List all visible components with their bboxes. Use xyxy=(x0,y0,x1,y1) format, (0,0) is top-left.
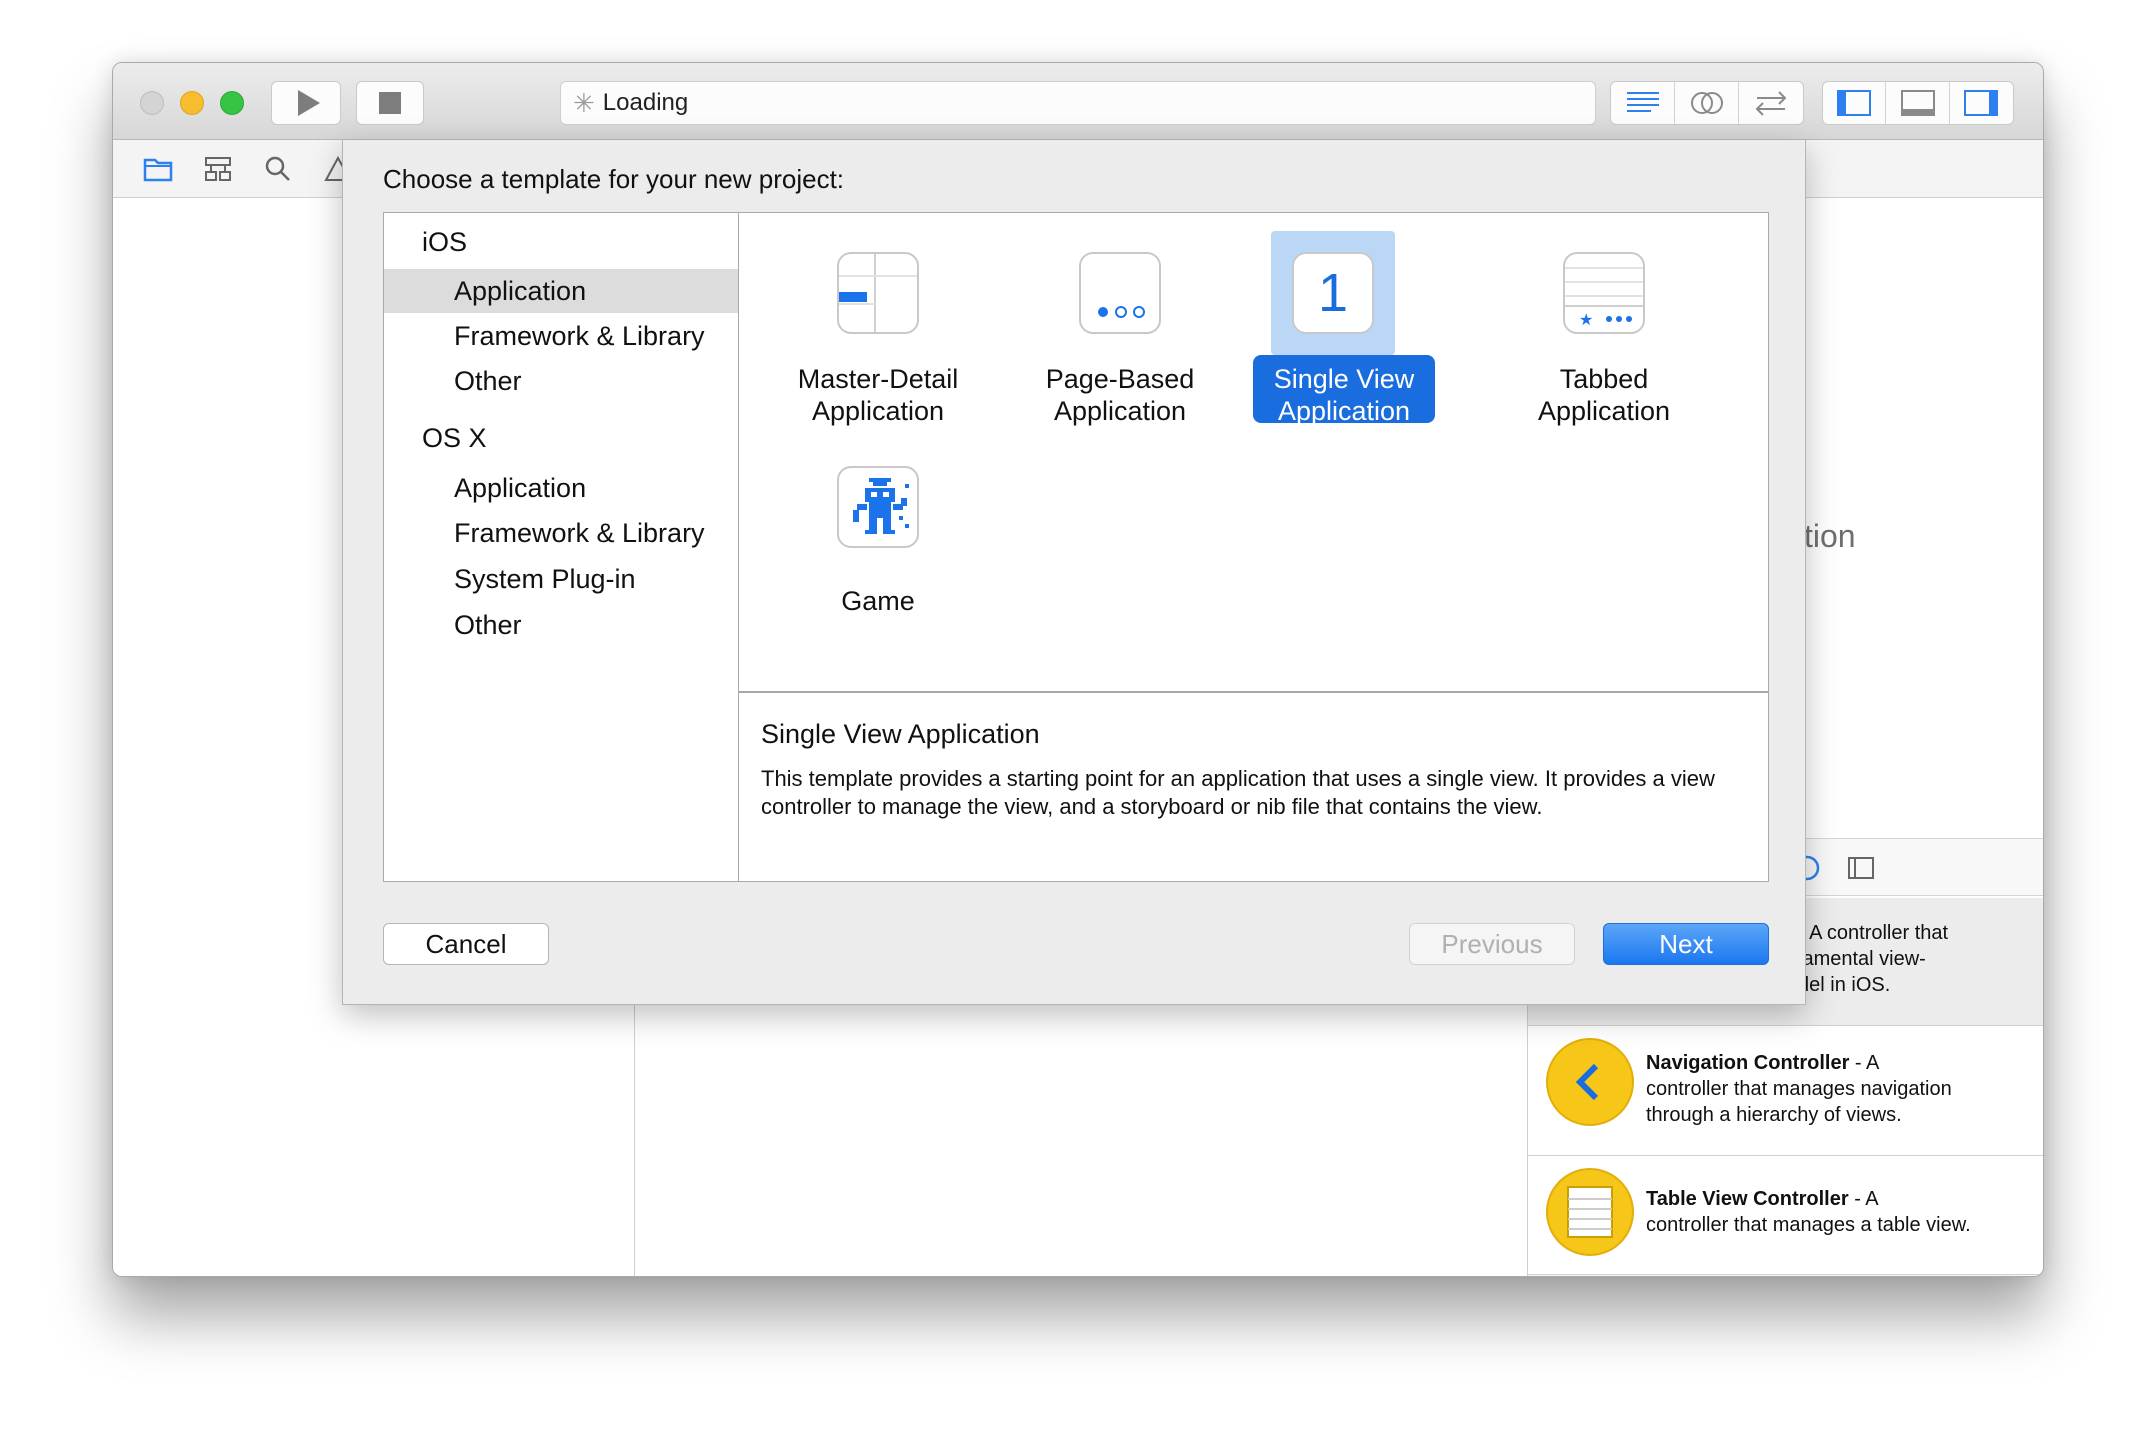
game-robot-icon xyxy=(837,466,919,548)
description-body: This template provides a starting point … xyxy=(761,766,1715,819)
lines-icon xyxy=(1626,92,1659,112)
version-editor-button[interactable] xyxy=(1739,82,1803,124)
media-library-icon[interactable] xyxy=(1846,855,1876,881)
template-tabbed[interactable]: ★ Tabbed Application xyxy=(1495,223,1695,426)
library-item-table-view-controller[interactable]: Table View Controller - A controller tha… xyxy=(1528,1156,2043,1276)
sidebar-item-osx-framework-library[interactable]: Framework & Library xyxy=(384,511,738,555)
search-icon[interactable] xyxy=(263,154,293,184)
template-icon-wrap xyxy=(816,445,940,569)
sheet-title: Choose a template for your new project: xyxy=(383,164,845,194)
cancel-button[interactable]: Cancel xyxy=(383,923,549,965)
tab-bar-icon: ★ xyxy=(1563,252,1645,334)
minimize-window-button[interactable] xyxy=(180,91,204,115)
library-item-desc: - A xyxy=(1848,1188,1879,1210)
sidebar-item-ios-application[interactable]: Application xyxy=(384,269,738,313)
library-item-desc: - A xyxy=(1849,1052,1880,1074)
library-item-desc-2: controller that manages a table view. xyxy=(1646,1214,1971,1236)
template-icon-wrap: 1 xyxy=(1271,231,1395,355)
platform-category-list: iOS Application Framework & Library Othe… xyxy=(383,212,739,882)
template-icon-wrap xyxy=(816,231,940,355)
editor-mode-control xyxy=(1610,81,1804,125)
new-project-sheet: Choose a template for your new project: … xyxy=(342,140,1806,1005)
sidebar-item-osx-other[interactable]: Other xyxy=(384,603,738,647)
view-toggle-control xyxy=(1822,81,2014,125)
assistant-editor-button[interactable] xyxy=(1675,82,1739,124)
toggle-debug-area-button[interactable] xyxy=(1886,82,1950,124)
sidebar-item-osx-application[interactable]: Application xyxy=(384,466,738,510)
stop-icon xyxy=(379,92,401,114)
left-panel-icon xyxy=(1837,90,1872,116)
library-item-name: Table View Controller xyxy=(1646,1188,1849,1210)
library-item-desc-3: del in iOS. xyxy=(1798,974,1891,996)
library-item-desc-3: through a hierarchy of views. xyxy=(1646,1104,1902,1126)
symbol-hierarchy-icon[interactable] xyxy=(203,154,233,184)
arrows-icon xyxy=(1755,91,1787,116)
single-view-icon: 1 xyxy=(1292,252,1374,334)
section-header-osx: OS X xyxy=(422,423,487,453)
next-button[interactable]: Next xyxy=(1603,923,1769,965)
template-game[interactable]: Game xyxy=(769,437,969,637)
template-label: Game xyxy=(841,586,915,616)
template-icon-wrap: ★ xyxy=(1542,231,1666,355)
right-panel-icon xyxy=(1964,90,1999,116)
library-item-name: Navigation Controller xyxy=(1646,1052,1850,1074)
library-item-navigation-controller[interactable]: Navigation Controller - A controller tha… xyxy=(1528,1028,2043,1156)
standard-editor-button[interactable] xyxy=(1611,82,1675,124)
single-view-icon-number: 1 xyxy=(1317,263,1349,323)
library-item-desc-2: lamental view- xyxy=(1798,948,1926,970)
table-icon xyxy=(1546,1168,1634,1256)
bottom-panel-icon xyxy=(1900,90,1935,116)
spinner-icon: ✳ xyxy=(573,88,595,118)
overlap-circles-icon xyxy=(1690,92,1723,114)
template-description-panel: Single View Application This template pr… xyxy=(739,692,1769,882)
template-label: Master-Detail Application xyxy=(797,364,959,426)
template-label: Tabbed Application xyxy=(1537,364,1671,426)
svg-text:★: ★ xyxy=(1579,310,1593,329)
library-item-desc-2: controller that manages navigation xyxy=(1646,1078,1952,1100)
activity-text: Loading xyxy=(602,89,689,116)
zoom-window-button[interactable] xyxy=(220,91,244,115)
activity-viewer: ✳ Loading xyxy=(560,81,1596,125)
sidebar-item-osx-system-plugin[interactable]: System Plug-in xyxy=(384,557,738,601)
library-item-desc: - A controller that xyxy=(1798,922,1949,944)
previous-button[interactable]: Previous xyxy=(1409,923,1575,965)
template-page-based[interactable]: Page-Based Application xyxy=(1011,223,1211,426)
back-chevron-icon xyxy=(1546,1038,1634,1126)
template-label: Page-Based Application xyxy=(1045,364,1195,426)
library-filter-bar xyxy=(1528,1274,2043,1276)
stop-button[interactable] xyxy=(356,81,424,125)
toggle-utilities-button[interactable] xyxy=(1950,82,2013,124)
master-detail-icon xyxy=(837,252,919,334)
sidebar-item-ios-framework-library[interactable]: Framework & Library xyxy=(384,314,738,358)
play-icon xyxy=(298,90,320,116)
template-master-detail[interactable]: Master-Detail Application xyxy=(769,223,969,426)
description-title: Single View Application xyxy=(761,719,1040,749)
sidebar-item-ios-other[interactable]: Other xyxy=(384,359,738,403)
template-single-view[interactable]: 1 Single View Application xyxy=(1253,223,1453,426)
toggle-navigator-button[interactable] xyxy=(1823,82,1887,124)
close-window-button[interactable] xyxy=(140,91,164,115)
page-dots-icon xyxy=(1079,252,1161,334)
template-label: Single View Application xyxy=(1273,364,1415,426)
folder-icon[interactable] xyxy=(143,154,173,184)
run-button[interactable] xyxy=(271,81,341,125)
section-header-ios: iOS xyxy=(422,227,468,257)
template-grid: Master-Detail Application Page-Based Appli… xyxy=(739,212,1769,692)
template-icon-wrap xyxy=(1058,231,1182,355)
toolbar: ✳ Loading xyxy=(113,63,2043,140)
